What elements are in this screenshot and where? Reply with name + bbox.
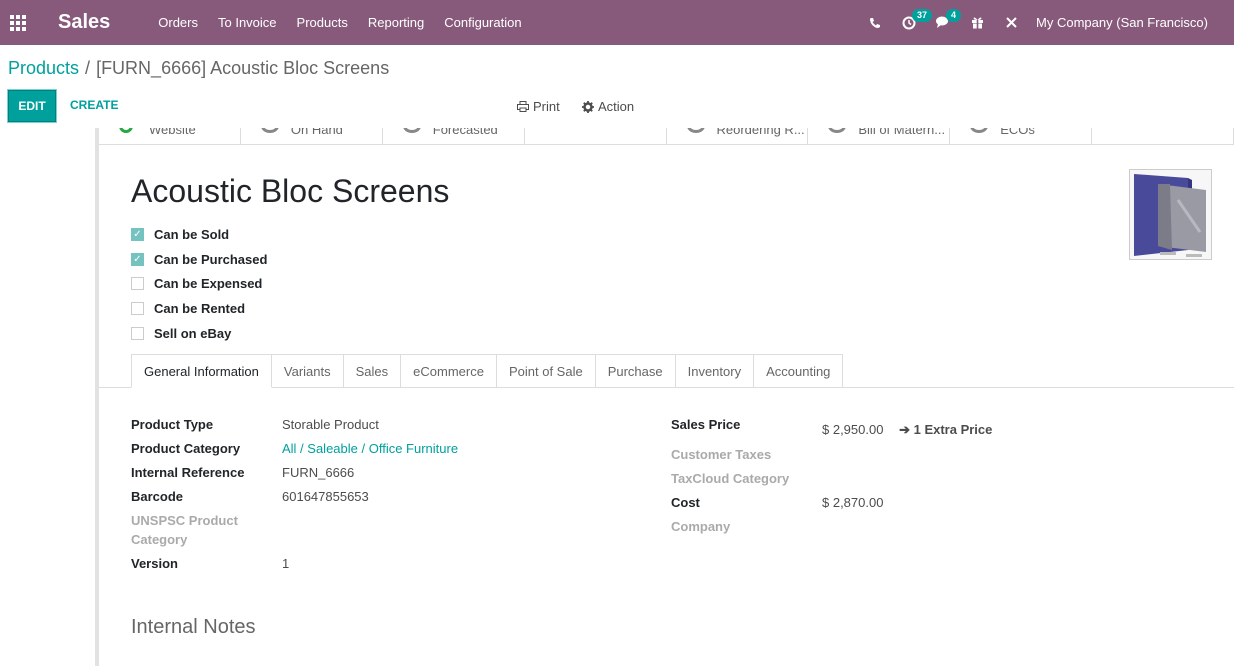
menu-configuration[interactable]: Configuration xyxy=(434,0,531,45)
menu-to-invoice[interactable]: To Invoice xyxy=(208,0,287,45)
smart-button-website[interactable]: Website xyxy=(99,128,241,144)
product-type-value: Storable Product xyxy=(282,417,379,432)
breadcrumb-separator: / xyxy=(85,58,91,78)
product-image[interactable] xyxy=(1129,169,1212,260)
tab-inventory[interactable]: Inventory xyxy=(675,354,755,388)
extra-price-button[interactable]: ➔ 1 Extra Price xyxy=(899,422,992,437)
action-label: Action xyxy=(598,99,635,114)
apps-menu-icon[interactable] xyxy=(0,0,36,45)
breadcrumb-current: [FURN_6666] Acoustic Bloc Screens xyxy=(96,58,390,78)
gear-icon xyxy=(582,100,594,113)
menu-products[interactable]: Products xyxy=(287,0,358,45)
general-info-left: Product Type Storable Product Product Ca… xyxy=(131,415,458,578)
breadcrumb: Products / [FURN_6666] Acoustic Bloc Scree… xyxy=(8,58,389,79)
activity-clock-icon[interactable]: 37 xyxy=(892,0,933,45)
checkbox-unchecked[interactable] xyxy=(131,301,144,315)
app-name[interactable]: Sales xyxy=(58,11,110,34)
cost-label: Cost xyxy=(671,495,700,510)
print-icon xyxy=(517,101,529,112)
flask-icon xyxy=(828,128,847,133)
print-dropdown[interactable]: Print xyxy=(517,99,560,114)
checkbox-checked[interactable]: ✓ xyxy=(131,227,144,241)
menu-reporting[interactable]: Reporting xyxy=(358,0,434,45)
checkbox-unchecked[interactable] xyxy=(131,326,144,340)
edit-button[interactable]: EDIT xyxy=(8,90,56,122)
smart-button-ecos[interactable]: ECOs xyxy=(950,128,1093,144)
company-label: Company xyxy=(671,519,731,534)
systray: 37 4 My Company (San Francisco) xyxy=(858,0,1234,45)
tab-general-information[interactable]: General Information xyxy=(131,354,272,388)
sheet-border xyxy=(95,128,99,666)
tab-variants[interactable]: Variants xyxy=(271,354,344,388)
main-menu: Orders To Invoice Products Reporting Con… xyxy=(148,0,531,45)
notebook-tabs: General Information Variants Sales eComm… xyxy=(99,354,1234,388)
internal-reference-label: Internal Reference xyxy=(131,465,245,480)
smart-button-bom[interactable]: Bill of Matern... xyxy=(808,128,951,144)
company-switcher[interactable]: My Company (San Francisco) xyxy=(1028,15,1234,30)
smart-button-bar: Website On Hand Forecasted Reordering R.… xyxy=(99,128,1234,145)
refresh-icon xyxy=(686,128,705,133)
smart-button-more[interactable] xyxy=(1092,128,1234,144)
cubes-icon xyxy=(260,128,279,133)
version-value: 1 xyxy=(282,556,290,571)
internal-reference-value: FURN_6666 xyxy=(282,465,355,480)
globe-icon xyxy=(119,128,133,133)
product-category-label: Product Category xyxy=(131,441,241,456)
message-count-badge: 4 xyxy=(946,9,962,22)
checkbox-unchecked[interactable] xyxy=(131,277,144,291)
checkbox-can-be-purchased[interactable]: ✓ Can be Purchased xyxy=(131,247,267,272)
version-label: Version xyxy=(131,556,178,571)
messages-icon[interactable]: 4 xyxy=(926,0,962,45)
taxcloud-category-label: TaxCloud Category xyxy=(671,471,790,486)
checkbox-sell-on-ebay[interactable]: Sell on eBay xyxy=(131,321,267,346)
sales-price-label: Sales Price xyxy=(671,417,741,432)
gift-icon[interactable] xyxy=(960,0,994,45)
product-category-link[interactable]: All / Saleable / Office Furniture xyxy=(282,441,458,456)
top-navbar: Sales Orders To Invoice Products Reporti… xyxy=(0,0,1234,45)
phone-icon[interactable] xyxy=(858,0,892,45)
action-dropdown[interactable]: Action xyxy=(582,99,634,114)
checkbox-can-be-expensed[interactable]: Can be Expensed xyxy=(131,271,267,296)
breadcrumb-products-link[interactable]: Products xyxy=(8,58,79,78)
checkbox-can-be-rented[interactable]: Can be Rented xyxy=(131,296,267,321)
product-type-label: Product Type xyxy=(131,417,214,432)
checkbox-checked[interactable]: ✓ xyxy=(131,252,144,266)
cubes-icon xyxy=(402,128,421,133)
unspsc-label: UNSPSC Product Category xyxy=(131,513,238,547)
print-label: Print xyxy=(533,99,560,114)
smart-button-on-hand[interactable]: On Hand xyxy=(241,128,383,144)
tab-sales[interactable]: Sales xyxy=(343,354,402,388)
tab-accounting[interactable]: Accounting xyxy=(754,354,844,388)
checkbox-can-be-sold[interactable]: ✓ Can be Sold xyxy=(131,222,267,247)
product-name: Acoustic Bloc Screens xyxy=(131,173,450,209)
menu-orders[interactable]: Orders xyxy=(148,0,208,45)
acoustic-screen-image xyxy=(1130,170,1211,259)
product-options: ✓ Can be Sold ✓ Can be Purchased Can be … xyxy=(131,222,267,345)
general-info-right: Sales Price $ 2,950.00 ➔ 1 Extra Price C… xyxy=(671,415,992,541)
smart-button-forecasted[interactable]: Forecasted xyxy=(383,128,525,144)
tab-ecommerce[interactable]: eCommerce xyxy=(401,354,497,388)
barcode-value: 601647855653 xyxy=(282,489,369,504)
debug-tools-icon[interactable] xyxy=(994,0,1028,45)
tab-purchase[interactable]: Purchase xyxy=(595,354,676,388)
arrow-right-icon: ➔ xyxy=(899,422,910,437)
customer-taxes-label: Customer Taxes xyxy=(671,447,772,462)
internal-notes-title: Internal Notes xyxy=(131,616,256,638)
smart-button-reordering[interactable]: Reordering R... xyxy=(667,128,809,144)
smart-button-moves[interactable] xyxy=(525,128,667,144)
barcode-label: Barcode xyxy=(131,489,184,504)
sales-price-value: $ 2,950.00 xyxy=(822,422,884,437)
check-icon xyxy=(970,128,989,133)
tab-point-of-sale[interactable]: Point of Sale xyxy=(496,354,596,388)
cost-value: $ 2,870.00 xyxy=(822,495,884,510)
create-button[interactable]: CREATE xyxy=(70,98,118,112)
